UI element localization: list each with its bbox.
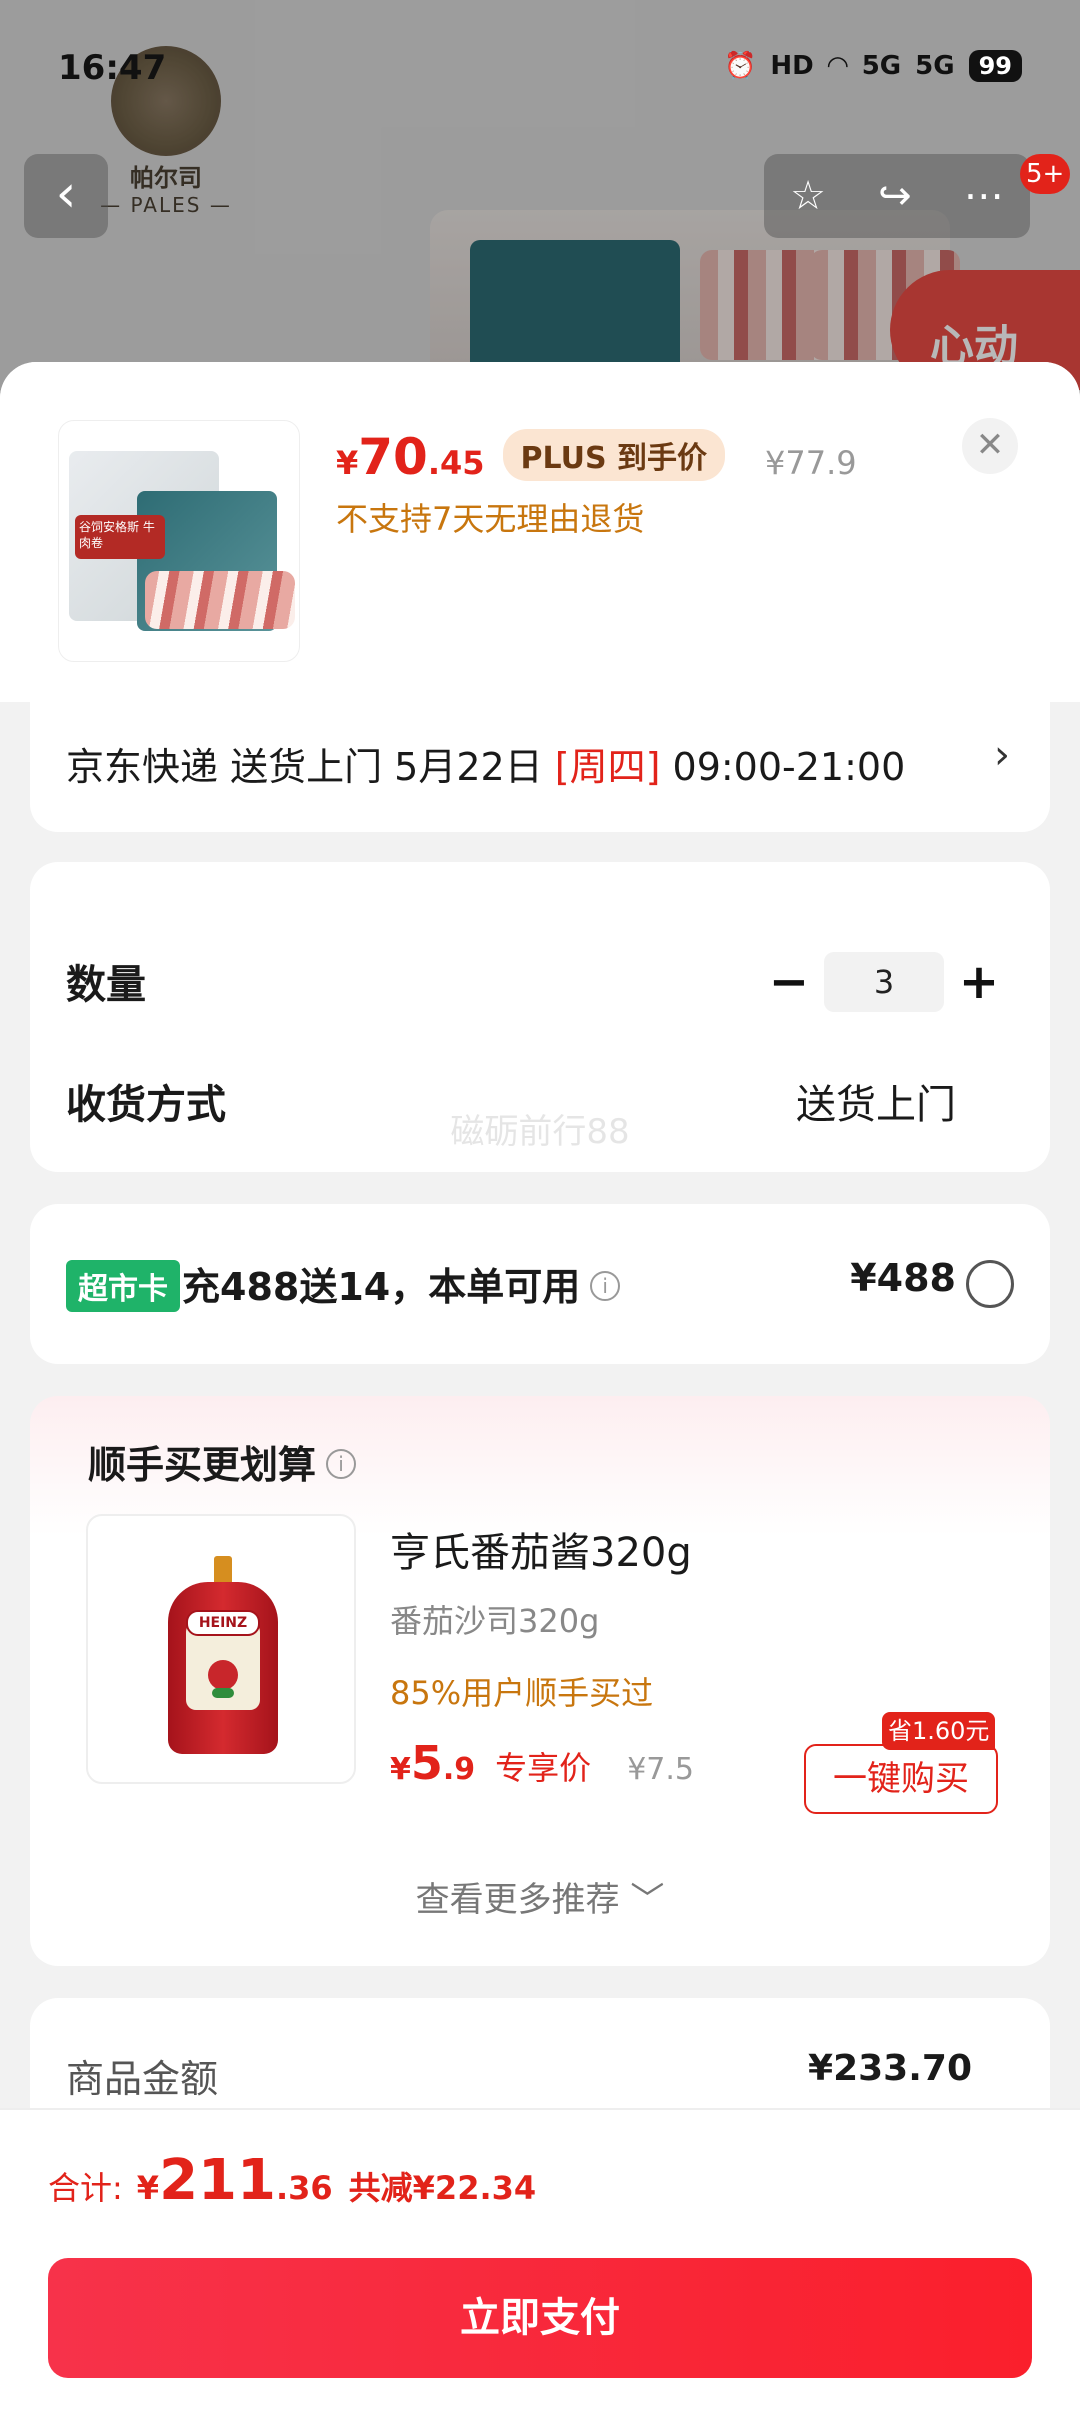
watermark: 磁砺前行88 xyxy=(450,1112,630,1152)
share-icon[interactable]: ↪ xyxy=(878,173,912,219)
nav-actions: ☆ ↪ ⋯ xyxy=(764,154,1030,238)
delivery-row[interactable]: 京东快递 送货上门 5月22日 [周四] 09:00-21:00 › xyxy=(30,702,1050,832)
savings-tag: 省1.60元 xyxy=(882,1712,996,1750)
recommended-item-image[interactable]: HEINZ xyxy=(86,1514,356,1784)
delivery-time: 09:00-21:00 xyxy=(660,745,906,789)
quantity-input[interactable]: 3 xyxy=(824,952,944,1012)
status-icons: ⏰ HD ◠ 5G 5G 99 xyxy=(724,50,1022,82)
delivery-weekday: [周四] xyxy=(554,745,661,789)
meat-roll xyxy=(145,571,295,629)
recommended-price-row: ¥ 5 .9 专享价 ¥7.5 xyxy=(390,1736,694,1790)
status-bar: 16:47 ⏰ HD ◠ 5G 5G 99 xyxy=(58,48,1022,92)
ketchup-bottle: HEINZ xyxy=(168,1556,278,1756)
total-reduction: 共减¥22.34 xyxy=(348,2169,537,2207)
tomato-icon xyxy=(208,1660,238,1690)
promo-text-content: 充488送14，本单可用 xyxy=(182,1265,581,1309)
price-symbol: ¥ xyxy=(390,1752,411,1787)
supermarket-card-badge: 超市卡 xyxy=(66,1260,180,1312)
increase-button[interactable]: + xyxy=(944,954,1014,1010)
signal-5g-icon: 5G xyxy=(861,51,902,81)
see-more-recommendations[interactable]: 查看更多推荐 ﹀ xyxy=(30,1872,1050,1921)
price-decimal: .9 xyxy=(442,1752,476,1787)
total-label: 合计: xyxy=(48,2169,123,2207)
total-integer: 211 xyxy=(159,2148,276,2213)
close-icon: ✕ xyxy=(975,425,1005,465)
recommendation-title-text: 顺手买更划算 xyxy=(88,1443,317,1487)
info-icon[interactable]: i xyxy=(590,1270,621,1301)
one-click-buy-button[interactable]: 一键购买 xyxy=(804,1744,998,1814)
recommendation-title: 顺手买更划算 i xyxy=(88,1434,357,1489)
recommended-item-name[interactable]: 亨氏番茄酱320g xyxy=(390,1520,692,1578)
recommended-item-subtitle: 番茄沙司320g xyxy=(390,1602,600,1640)
return-policy: 不支持7天无理由退货 xyxy=(336,500,645,538)
back-button[interactable]: ‹ xyxy=(24,154,108,238)
checkout-sheet: 谷饲安格斯 牛肉卷 ¥ 70 .45 PLUS 到手价 ¥77.9 不支持7天无… xyxy=(0,362,1080,2412)
promo-radio[interactable] xyxy=(966,1260,1014,1308)
wifi-icon: ◠ xyxy=(827,51,848,81)
hd-icon: HD xyxy=(770,51,814,81)
alarm-icon: ⏰ xyxy=(724,51,757,81)
close-button[interactable]: ✕ xyxy=(962,418,1018,474)
notification-badge: 5+ xyxy=(1020,154,1071,194)
supermarket-card-promo[interactable]: 超市卡 充488送14，本单可用 i ¥488 xyxy=(30,1204,1050,1364)
battery-icon: 99 xyxy=(968,50,1022,82)
chevron-right-icon: › xyxy=(994,732,1010,778)
delivery-prefix: 京东快递 送货上门 5月22日 xyxy=(66,745,555,789)
original-price: ¥7.5 xyxy=(627,1752,694,1787)
promo-text: 充488送14，本单可用 i xyxy=(182,1256,621,1311)
leaf-icon xyxy=(212,1688,234,1698)
heinz-logo: HEINZ xyxy=(186,1610,260,1636)
price-symbol: ¥ xyxy=(336,444,359,482)
total-summary: 合计: ¥ 211 .36 共减¥22.34 xyxy=(48,2148,536,2213)
chevron-left-icon: ‹ xyxy=(55,164,77,224)
price-integer: 70 xyxy=(358,428,428,486)
pay-now-button[interactable]: 立即支付 xyxy=(48,2258,1032,2378)
quantity-label: 数量 xyxy=(66,962,146,1008)
status-time: 16:47 xyxy=(58,48,167,88)
delivery-text: 京东快递 送货上门 5月22日 [周四] 09:00-21:00 xyxy=(66,736,905,791)
product-thumbnail: 谷饲安格斯 牛肉卷 xyxy=(58,420,300,662)
signal-5g-icon: 5G xyxy=(915,51,955,81)
quantity-stepper: − 3 + xyxy=(754,952,1014,1012)
subtotal-value: ¥233.70 xyxy=(808,2048,972,2089)
plus-price-tag: PLUS 到手价 xyxy=(502,429,725,481)
thumb-tag: 谷饲安格斯 牛肉卷 xyxy=(75,515,165,559)
price-row: ¥ 70 .45 PLUS 到手价 ¥77.9 xyxy=(336,428,857,488)
price-integer: 5 xyxy=(410,1736,443,1790)
price-decimal: .45 xyxy=(427,444,485,482)
info-icon[interactable]: i xyxy=(326,1448,357,1479)
promo-price: ¥488 xyxy=(850,1256,956,1300)
original-price: ¥77.9 xyxy=(765,444,857,482)
recommended-item-stat: 85%用户顺手买过 xyxy=(390,1674,654,1712)
checkout-footer: 合计: ¥ 211 .36 共减¥22.34 立即支付 xyxy=(0,2108,1080,2412)
recommendation-card: 顺手买更划算 i HEINZ 亨氏番茄酱320g 番茄沙司320g 85%用户顺手… xyxy=(30,1396,1050,1966)
decrease-button[interactable]: − xyxy=(754,954,824,1010)
exclusive-price-label: 专享价 xyxy=(495,1749,592,1787)
total-symbol: ¥ xyxy=(136,2169,160,2207)
subtotal-label: 商品金额 xyxy=(66,2057,219,2101)
more-icon[interactable]: ⋯ xyxy=(964,173,1004,219)
total-decimal: .36 xyxy=(275,2169,333,2207)
favorite-star-icon[interactable]: ☆ xyxy=(790,173,826,219)
product-summary: 谷饲安格斯 牛肉卷 ¥ 70 .45 PLUS 到手价 ¥77.9 不支持7天无… xyxy=(0,362,1080,702)
